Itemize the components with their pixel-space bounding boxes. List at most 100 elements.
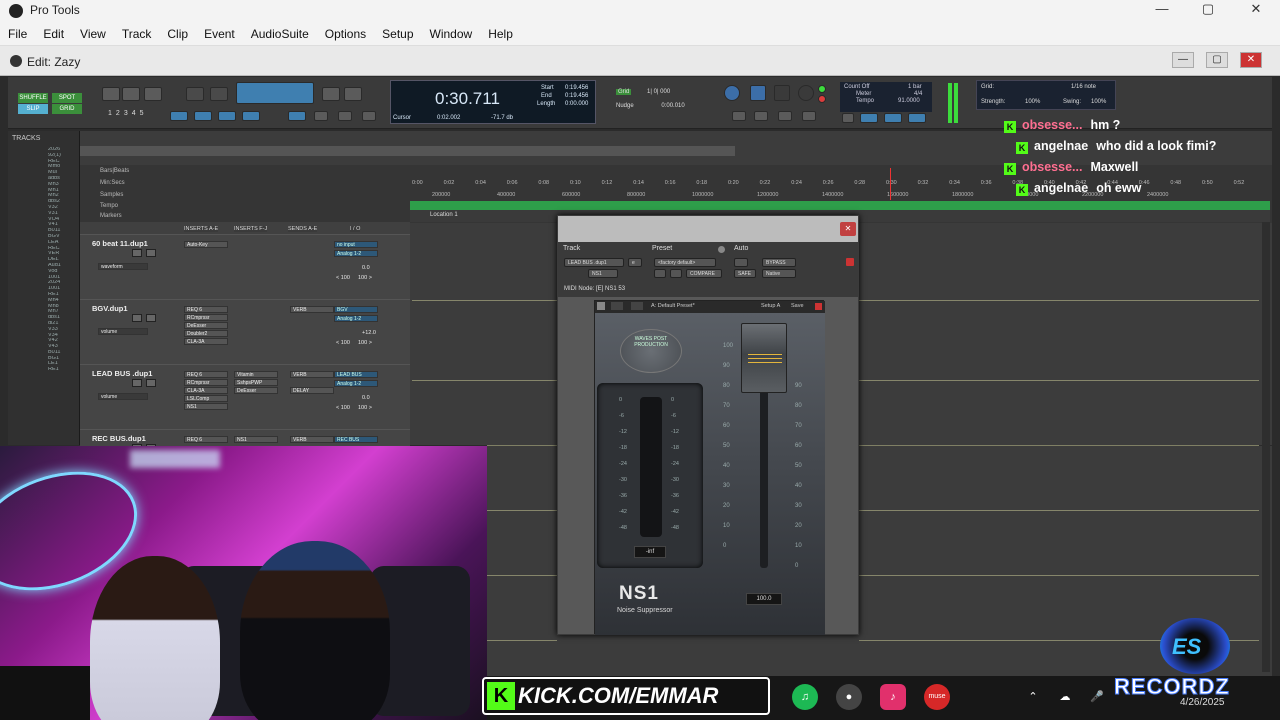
undo-icon[interactable] [611,302,623,310]
smart-tool-group[interactable] [236,82,314,104]
insert-slot[interactable]: REQ 6 [184,371,228,378]
insert-slot-f[interactable]: Vitamin [234,371,278,378]
compare-button[interactable]: COMPARE [686,269,722,278]
search-tool-icon[interactable] [210,87,228,101]
zoom-preset-2[interactable]: 2 [116,110,124,117]
io-slot[interactable]: Analog 1-2 [334,315,378,322]
zoom-vertical-button[interactable] [144,87,162,101]
bypass-button[interactable]: BYPASS [762,258,796,267]
pan-value[interactable]: 100 > [358,275,372,281]
safe-button[interactable]: SAFE [734,269,756,278]
wait-for-note-icon[interactable] [908,113,926,123]
conductor-icon[interactable] [842,113,854,123]
mute-button[interactable] [146,379,156,387]
plugin-close-button[interactable]: ✕ [840,222,856,236]
zoom-out-button[interactable] [102,87,120,101]
edit-close-button[interactable]: ✕ [1240,52,1262,68]
return-to-zero-icon[interactable] [732,111,746,121]
zoomer-tool-icon[interactable] [186,87,204,101]
io-slot[interactable]: REC BUS [334,436,378,443]
menu-options[interactable]: Options [317,22,374,46]
track-name[interactable]: LEAD BUS .dup1 [92,369,152,378]
spotify-icon[interactable]: ♫ [792,684,818,710]
insert-slot[interactable]: RCmprssr [184,379,228,386]
link-tool-icon[interactable] [170,111,188,121]
microphone-icon[interactable]: 🎤 [1084,684,1110,710]
link-selection-icon[interactable] [288,111,306,121]
solo-button[interactable] [132,314,142,322]
location-marker[interactable]: Location 1 [430,212,458,218]
track-view-selector[interactable]: volume [98,328,148,335]
online-button[interactable] [724,85,740,101]
menu-setup[interactable]: Setup [374,22,421,46]
link-tool-icon-4[interactable] [242,111,260,121]
link-tool-icon-2[interactable] [194,111,212,121]
pan-value[interactable]: < 100 [336,340,350,346]
io-slot[interactable]: Analog 1-2 [334,250,378,257]
tempo-meter-panel[interactable]: Count Off Meter Tempo 1 bar 4/4 91.0000 [840,82,932,112]
minimize-button[interactable]: — [1142,1,1182,21]
shuffle-mode-button[interactable]: SHUFFLE [18,93,48,103]
track-name[interactable]: 60 beat 11.dup1 [92,239,148,248]
length-value[interactable]: 0:00.000 [565,101,588,107]
insert-slot[interactable]: REQ 6 [184,306,228,313]
menu-track[interactable]: Track [114,22,160,46]
menu-help[interactable]: Help [480,22,521,46]
menu-audiosuite[interactable]: AudioSuite [243,22,317,46]
speaker-tool-icon[interactable] [322,87,340,101]
waves-close-icon[interactable] [815,303,822,310]
insert-slot[interactable]: CLA-3A [184,387,228,394]
automation-follows-icon[interactable] [362,111,376,121]
redo-icon[interactable] [631,302,643,310]
insert-slot-f[interactable]: SshpsPWP [234,379,278,386]
menu-edit[interactable]: Edit [35,22,72,46]
record-button[interactable] [798,85,814,101]
zoom-in-button[interactable] [122,87,140,101]
track-name[interactable]: BGV.dup1 [92,304,128,313]
plugin-track-mode[interactable]: e [628,258,642,267]
insert-slot-f[interactable]: NS1 [234,436,278,443]
insert-slot[interactable]: LSLComp [184,395,228,402]
track-list-item[interactable]: RE1 [48,367,78,373]
grid-readout[interactable]: Grid 1| 0| 000 [616,89,670,95]
insert-slot[interactable]: DeEsser [184,322,228,329]
metronome-icon[interactable] [860,113,878,123]
swing-value[interactable]: 100% [1091,99,1106,105]
menu-clip[interactable]: Clip [159,22,196,46]
io-slot[interactable]: no input [334,241,378,248]
preset-settings-icon[interactable] [718,246,725,253]
automation-icon[interactable] [734,258,748,267]
zoom-preset-3[interactable]: 3 [124,110,132,117]
menu-event[interactable]: Event [196,22,243,46]
chevron-up-icon[interactable]: ⌃ [1020,684,1046,710]
track-name[interactable]: REC BUS.dup1 [92,434,146,443]
loop-play-button[interactable] [774,85,790,101]
playhead[interactable] [890,168,891,200]
midi-grid-settings[interactable]: Grid: 1/16 note Strength: 100% Swing: 10… [976,80,1116,110]
zoom-preset-4[interactable]: 4 [132,110,140,117]
fader-track[interactable] [760,388,768,568]
plugin-preset-selector[interactable]: <factory default> [654,258,716,267]
muse-app-icon[interactable]: muse [924,684,950,710]
volume-value[interactable]: +12.0 [362,330,376,336]
waves-save-button[interactable]: Save [791,303,804,309]
mute-button[interactable] [146,314,156,322]
send-slot[interactable]: VERB [290,371,334,378]
waves-setup-ab[interactable]: Setup A [761,303,780,309]
spot-mode-button[interactable]: SPOT [52,93,82,103]
track-view-selector[interactable]: waveform [98,263,148,270]
pan-value[interactable]: 100 > [358,340,372,346]
zoom-presets[interactable]: 12345 [108,110,148,117]
maximize-button[interactable]: ▢ [1188,1,1228,21]
stop-button[interactable] [750,85,766,101]
insert-slot[interactable]: REQ 6 [184,436,228,443]
io-slot[interactable]: Analog 1-2 [334,380,378,387]
io-slot[interactable]: LEAD BUS [334,371,378,378]
zoom-preset-5[interactable]: 5 [140,110,148,117]
plugin-titlebar[interactable] [558,216,858,242]
nudge-readout[interactable]: Nudge 0:00.010 [616,103,685,109]
solo-button[interactable] [132,249,142,257]
rewind-icon[interactable] [754,111,768,121]
insert-slot[interactable]: NS1 [184,403,228,410]
track-header[interactable]: 60 beat 11.dup1 Auto-Key no input Analog 1-… [80,234,410,300]
